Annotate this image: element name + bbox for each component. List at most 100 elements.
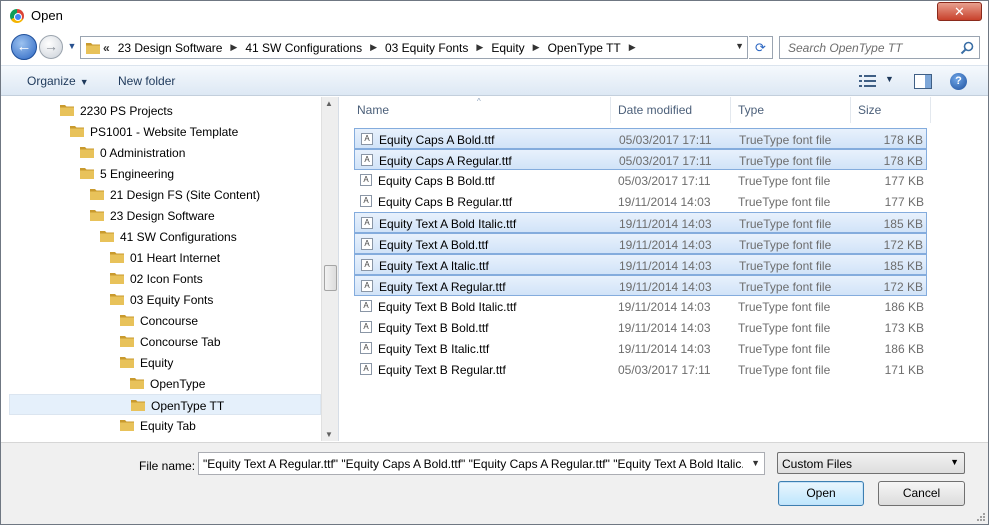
refresh-icon: ⟳ (755, 40, 766, 55)
tree-item[interactable]: 0 Administration (9, 142, 321, 163)
file-name: Equity Caps B Bold.ttf (378, 174, 495, 188)
breadcrumb-item[interactable]: OpenType TT (548, 41, 621, 55)
breadcrumb-separator-icon[interactable]: ▶ (533, 42, 540, 53)
breadcrumb-item[interactable]: Equity (491, 41, 524, 55)
column-header-date-modified[interactable]: Date modified (618, 103, 692, 117)
breadcrumb-separator-icon[interactable]: ▶ (370, 42, 377, 53)
breadcrumb-separator-icon[interactable]: ▶ (629, 42, 636, 53)
column-divider[interactable] (610, 97, 611, 123)
breadcrumb: « 23 Design Software ▶ 41 SW Configuration… (103, 37, 644, 58)
tree-item[interactable]: 5 Engineering (9, 163, 321, 184)
tree-item-label: OpenType TT (151, 399, 225, 413)
details-view-icon[interactable] (859, 74, 877, 88)
organize-button[interactable]: Organize ▼ (27, 74, 89, 88)
preview-pane-icon[interactable] (914, 74, 932, 89)
chevron-down-icon[interactable]: ▼ (735, 41, 744, 51)
file-size: 178 KB (883, 154, 923, 168)
address-bar[interactable]: « 23 Design Software ▶ 41 SW Configuration… (80, 36, 748, 59)
column-header-size[interactable]: Size (858, 103, 881, 117)
close-button[interactable]: ✕ (937, 2, 982, 21)
file-row[interactable]: A Equity Caps B Regular.ttf 19/11/2014 14:… (354, 191, 927, 212)
tree-item[interactable]: 21 Design FS (Site Content) (9, 184, 321, 205)
tree-item[interactable]: 01 Heart Internet (9, 247, 321, 268)
file-row[interactable]: A Equity Text A Bold.ttf 19/11/2014 14:03 T… (354, 233, 927, 254)
chevron-down-icon[interactable]: ▼ (751, 458, 760, 468)
file-row[interactable]: A Equity Text B Bold.ttf 19/11/2014 14:03 T… (354, 317, 927, 338)
file-name: Equity Caps B Regular.ttf (378, 195, 513, 209)
font-file-icon: A (360, 174, 372, 186)
file-row[interactable]: A Equity Caps A Bold.ttf 05/03/2017 17:11 T… (354, 128, 927, 149)
sort-ascending-icon: ^ (477, 97, 481, 106)
file-row[interactable]: A Equity Caps B Bold.ttf 05/03/2017 17:11 T… (354, 170, 927, 191)
breadcrumb-separator-icon[interactable]: ▶ (476, 42, 483, 53)
file-size: 186 KB (884, 300, 924, 314)
search-input[interactable] (780, 37, 956, 58)
tree-item-label: Triplicate (140, 440, 188, 441)
tree-item[interactable]: Concourse Tab (9, 331, 321, 352)
column-header-type[interactable]: Type (738, 103, 764, 117)
navigation-pane-scrollbar[interactable]: ▲ ▼ (321, 97, 338, 441)
tree-item[interactable]: 02 Icon Fonts (9, 268, 321, 289)
file-type-value: Custom Files (782, 457, 853, 471)
tree-item[interactable]: Equity Tab (9, 415, 321, 436)
file-row[interactable]: A Equity Text A Regular.ttf 19/11/2014 14:… (354, 275, 927, 296)
scrollbar-thumb[interactable] (324, 265, 337, 291)
arrow-right-icon: → (44, 38, 58, 54)
file-date-modified: 19/11/2014 14:03 (618, 321, 711, 335)
column-header-name[interactable]: Name (357, 103, 389, 117)
column-divider[interactable] (930, 97, 931, 123)
tree-item[interactable]: 41 SW Configurations (9, 226, 321, 247)
open-button[interactable]: Open (778, 481, 864, 506)
file-name-value[interactable]: "Equity Text A Regular.ttf" "Equity Caps… (203, 457, 743, 471)
tree-item[interactable]: Concourse (9, 310, 321, 331)
tree-item[interactable]: 03 Equity Fonts (9, 289, 321, 310)
resize-grip-icon[interactable] (975, 511, 985, 521)
scroll-up-icon[interactable]: ▲ (325, 99, 333, 108)
file-row[interactable]: A Equity Text A Italic.ttf 19/11/2014 14:0… (354, 254, 927, 275)
breadcrumb-item[interactable]: 23 Design Software (118, 41, 223, 55)
search-icon[interactable] (960, 41, 974, 55)
tree-item[interactable]: Equity (9, 352, 321, 373)
tree-item[interactable]: PS1001 - Website Template (9, 121, 321, 142)
tree-item[interactable]: 23 Design Software (9, 205, 321, 226)
tree-item[interactable]: Triplicate (9, 436, 321, 441)
file-row[interactable]: A Equity Caps A Regular.ttf 05/03/2017 17:… (354, 149, 927, 170)
forward-button[interactable]: → (39, 35, 63, 59)
file-type-select[interactable]: Custom Files ▼ (777, 452, 965, 474)
breadcrumb-item[interactable]: 41 SW Configurations (245, 41, 362, 55)
recent-locations-button[interactable]: ▼ (66, 40, 78, 52)
help-icon[interactable]: ? (950, 73, 967, 90)
navigation-bar: ← → ▼ « 23 Design Software ▶ 41 SW Configu… (1, 31, 988, 63)
tree-item[interactable]: OpenType TT (9, 394, 321, 415)
tree-item-label: Equity Tab (140, 419, 196, 433)
view-options-button[interactable]: ▼ (885, 74, 894, 84)
font-file-icon: A (361, 259, 373, 271)
file-row[interactable]: A Equity Text B Bold Italic.ttf 19/11/2014… (354, 296, 927, 317)
file-date-modified: 19/11/2014 14:03 (619, 238, 712, 252)
font-file-icon: A (361, 217, 373, 229)
file-size: 173 KB (884, 321, 924, 335)
folder-icon (110, 252, 124, 263)
new-folder-button[interactable]: New folder (118, 74, 175, 88)
file-size: 186 KB (884, 342, 924, 356)
file-name-field[interactable]: "Equity Text A Regular.ttf" "Equity Caps… (198, 452, 765, 475)
breadcrumb-item[interactable]: 03 Equity Fonts (385, 41, 468, 55)
file-list: ^ Name Date modified Type Size A Equity C… (340, 97, 988, 441)
refresh-button[interactable]: ⟳ (749, 36, 773, 59)
file-type: TrueType font file (739, 238, 832, 252)
file-name: Equity Text A Bold Italic.ttf (379, 217, 517, 231)
folder-icon (120, 357, 134, 368)
tree-item[interactable]: 2230 PS Projects (9, 100, 321, 121)
file-row[interactable]: A Equity Text B Italic.ttf 19/11/2014 14:0… (354, 338, 927, 359)
file-row[interactable]: A Equity Text B Regular.ttf 05/03/2017 17:… (354, 359, 927, 380)
breadcrumb-separator-icon[interactable]: ▶ (230, 42, 237, 53)
column-divider[interactable] (850, 97, 851, 123)
file-row[interactable]: A Equity Text A Bold Italic.ttf 19/11/2014… (354, 212, 927, 233)
scroll-down-icon[interactable]: ▼ (325, 430, 333, 439)
breadcrumb-overflow-button[interactable]: « (103, 41, 110, 55)
back-button[interactable]: ← (11, 34, 37, 60)
cancel-button[interactable]: Cancel (878, 481, 965, 506)
column-divider[interactable] (730, 97, 731, 123)
file-date-modified: 19/11/2014 14:03 (618, 195, 711, 209)
tree-item[interactable]: OpenType (9, 373, 321, 394)
